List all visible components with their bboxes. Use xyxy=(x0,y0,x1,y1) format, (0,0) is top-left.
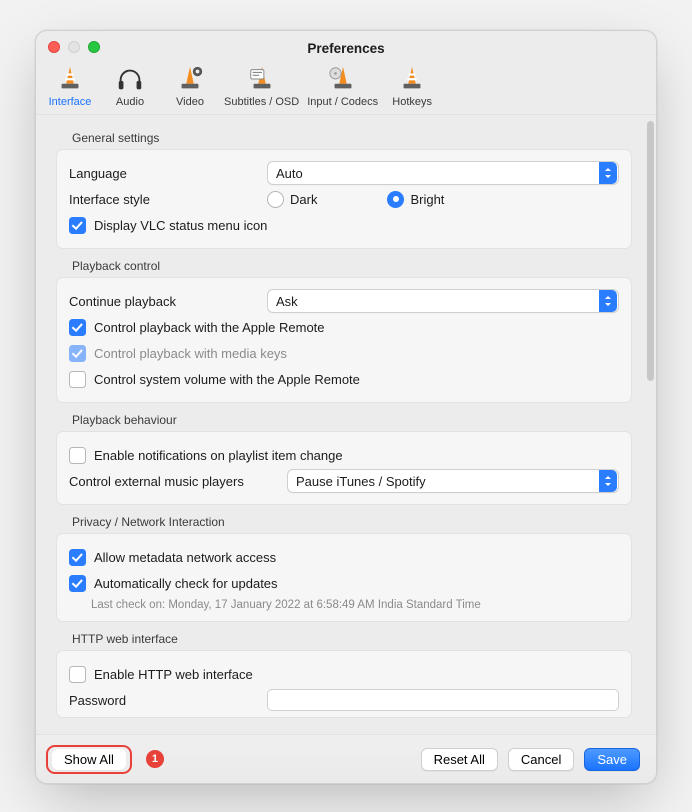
show-all-button[interactable]: Show All xyxy=(52,749,126,770)
tab-hotkeys[interactable]: Hotkeys xyxy=(382,62,442,114)
preferences-toolbar: Interface Audio Video Subtitles / OSD In… xyxy=(36,56,656,115)
window-controls xyxy=(48,41,100,53)
tab-label: Interface xyxy=(49,96,92,108)
continue-playback-label: Continue playback xyxy=(69,294,259,309)
password-label: Password xyxy=(69,693,259,708)
updates-label: Automatically check for updates xyxy=(94,576,278,591)
headphones-icon xyxy=(115,64,145,94)
close-icon[interactable] xyxy=(48,41,60,53)
http-enable-label: Enable HTTP web interface xyxy=(94,667,253,682)
window-title: Preferences xyxy=(36,31,656,56)
tab-input-codecs[interactable]: Input / Codecs xyxy=(303,62,382,114)
privacy-card: Allow metadata network access Automatica… xyxy=(56,533,632,622)
updates-checkbox[interactable] xyxy=(69,575,86,592)
radio-icon xyxy=(387,191,404,208)
section-title-playback-behaviour: Playback behaviour xyxy=(72,413,644,427)
show-all-wrap: Show All xyxy=(52,749,126,770)
cone-film-icon xyxy=(175,64,205,94)
metadata-checkbox[interactable] xyxy=(69,549,86,566)
cone-icon xyxy=(55,64,85,94)
section-title-privacy: Privacy / Network Interaction xyxy=(72,515,644,529)
password-input[interactable] xyxy=(267,689,619,711)
continue-playback-select[interactable]: Ask xyxy=(267,289,619,313)
reset-all-button[interactable]: Reset All xyxy=(421,748,498,771)
footer: Show All 1 Reset All Cancel Save xyxy=(36,734,656,783)
notifications-checkbox[interactable] xyxy=(69,447,86,464)
chevron-updown-icon xyxy=(599,470,617,492)
section-title-general: General settings xyxy=(72,131,644,145)
interface-style-label: Interface style xyxy=(69,192,259,207)
general-card: Language Auto Interface style Dark Brigh… xyxy=(56,149,632,249)
tab-label: Video xyxy=(176,96,204,108)
scrollbar[interactable] xyxy=(647,121,654,381)
tab-video[interactable]: Video xyxy=(160,62,220,114)
apple-remote-checkbox[interactable] xyxy=(69,319,86,336)
cone-subtitles-icon xyxy=(247,64,277,94)
ext-players-label: Control external music players xyxy=(69,474,279,489)
media-keys-checkbox xyxy=(69,345,86,362)
cone-disc-icon xyxy=(328,64,358,94)
continue-playback-value: Ask xyxy=(276,294,298,309)
preferences-window: Preferences Interface Audio Video Subtit… xyxy=(35,30,657,784)
status-menu-label: Display VLC status menu icon xyxy=(94,218,267,233)
sys-volume-label: Control system volume with the Apple Rem… xyxy=(94,372,360,387)
tab-label: Hotkeys xyxy=(392,96,432,108)
http-card: Enable HTTP web interface Password xyxy=(56,650,632,718)
chevron-updown-icon xyxy=(599,162,617,184)
radio-dark[interactable]: Dark xyxy=(267,191,317,208)
tab-label: Audio xyxy=(116,96,144,108)
metadata-label: Allow metadata network access xyxy=(94,550,276,565)
tab-subtitles[interactable]: Subtitles / OSD xyxy=(220,62,303,114)
content-scroll[interactable]: General settings Language Auto Interface… xyxy=(44,121,648,735)
notifications-label: Enable notifications on playlist item ch… xyxy=(94,448,343,463)
last-check-note: Last check on: Monday, 17 January 2022 a… xyxy=(91,599,619,611)
section-title-playback-control: Playback control xyxy=(72,259,644,273)
radio-bright[interactable]: Bright xyxy=(387,191,444,208)
language-label: Language xyxy=(69,166,259,181)
save-button[interactable]: Save xyxy=(584,748,640,771)
media-keys-label: Control playback with media keys xyxy=(94,346,287,361)
cone-icon xyxy=(397,64,427,94)
ext-players-value: Pause iTunes / Spotify xyxy=(296,474,426,489)
playback-behaviour-card: Enable notifications on playlist item ch… xyxy=(56,431,632,505)
chevron-updown-icon xyxy=(599,290,617,312)
http-enable-checkbox[interactable] xyxy=(69,666,86,683)
radio-icon xyxy=(267,191,284,208)
ext-players-select[interactable]: Pause iTunes / Spotify xyxy=(287,469,619,493)
apple-remote-label: Control playback with the Apple Remote xyxy=(94,320,325,335)
tab-interface[interactable]: Interface xyxy=(40,62,100,114)
cancel-button[interactable]: Cancel xyxy=(508,748,574,771)
section-title-http: HTTP web interface xyxy=(72,632,644,646)
tab-label: Input / Codecs xyxy=(307,96,378,108)
minimize-icon[interactable] xyxy=(68,41,80,53)
interface-style-group: Dark Bright xyxy=(267,191,619,208)
annotation-callout: 1 xyxy=(146,750,164,768)
tab-label: Subtitles / OSD xyxy=(224,96,299,108)
language-select[interactable]: Auto xyxy=(267,161,619,185)
language-value: Auto xyxy=(276,166,303,181)
playback-control-card: Continue playback Ask Control playback w… xyxy=(56,277,632,403)
sys-volume-checkbox[interactable] xyxy=(69,371,86,388)
zoom-icon[interactable] xyxy=(88,41,100,53)
status-menu-checkbox[interactable] xyxy=(69,217,86,234)
content-area: General settings Language Auto Interface… xyxy=(36,115,656,783)
tab-audio[interactable]: Audio xyxy=(100,62,160,114)
